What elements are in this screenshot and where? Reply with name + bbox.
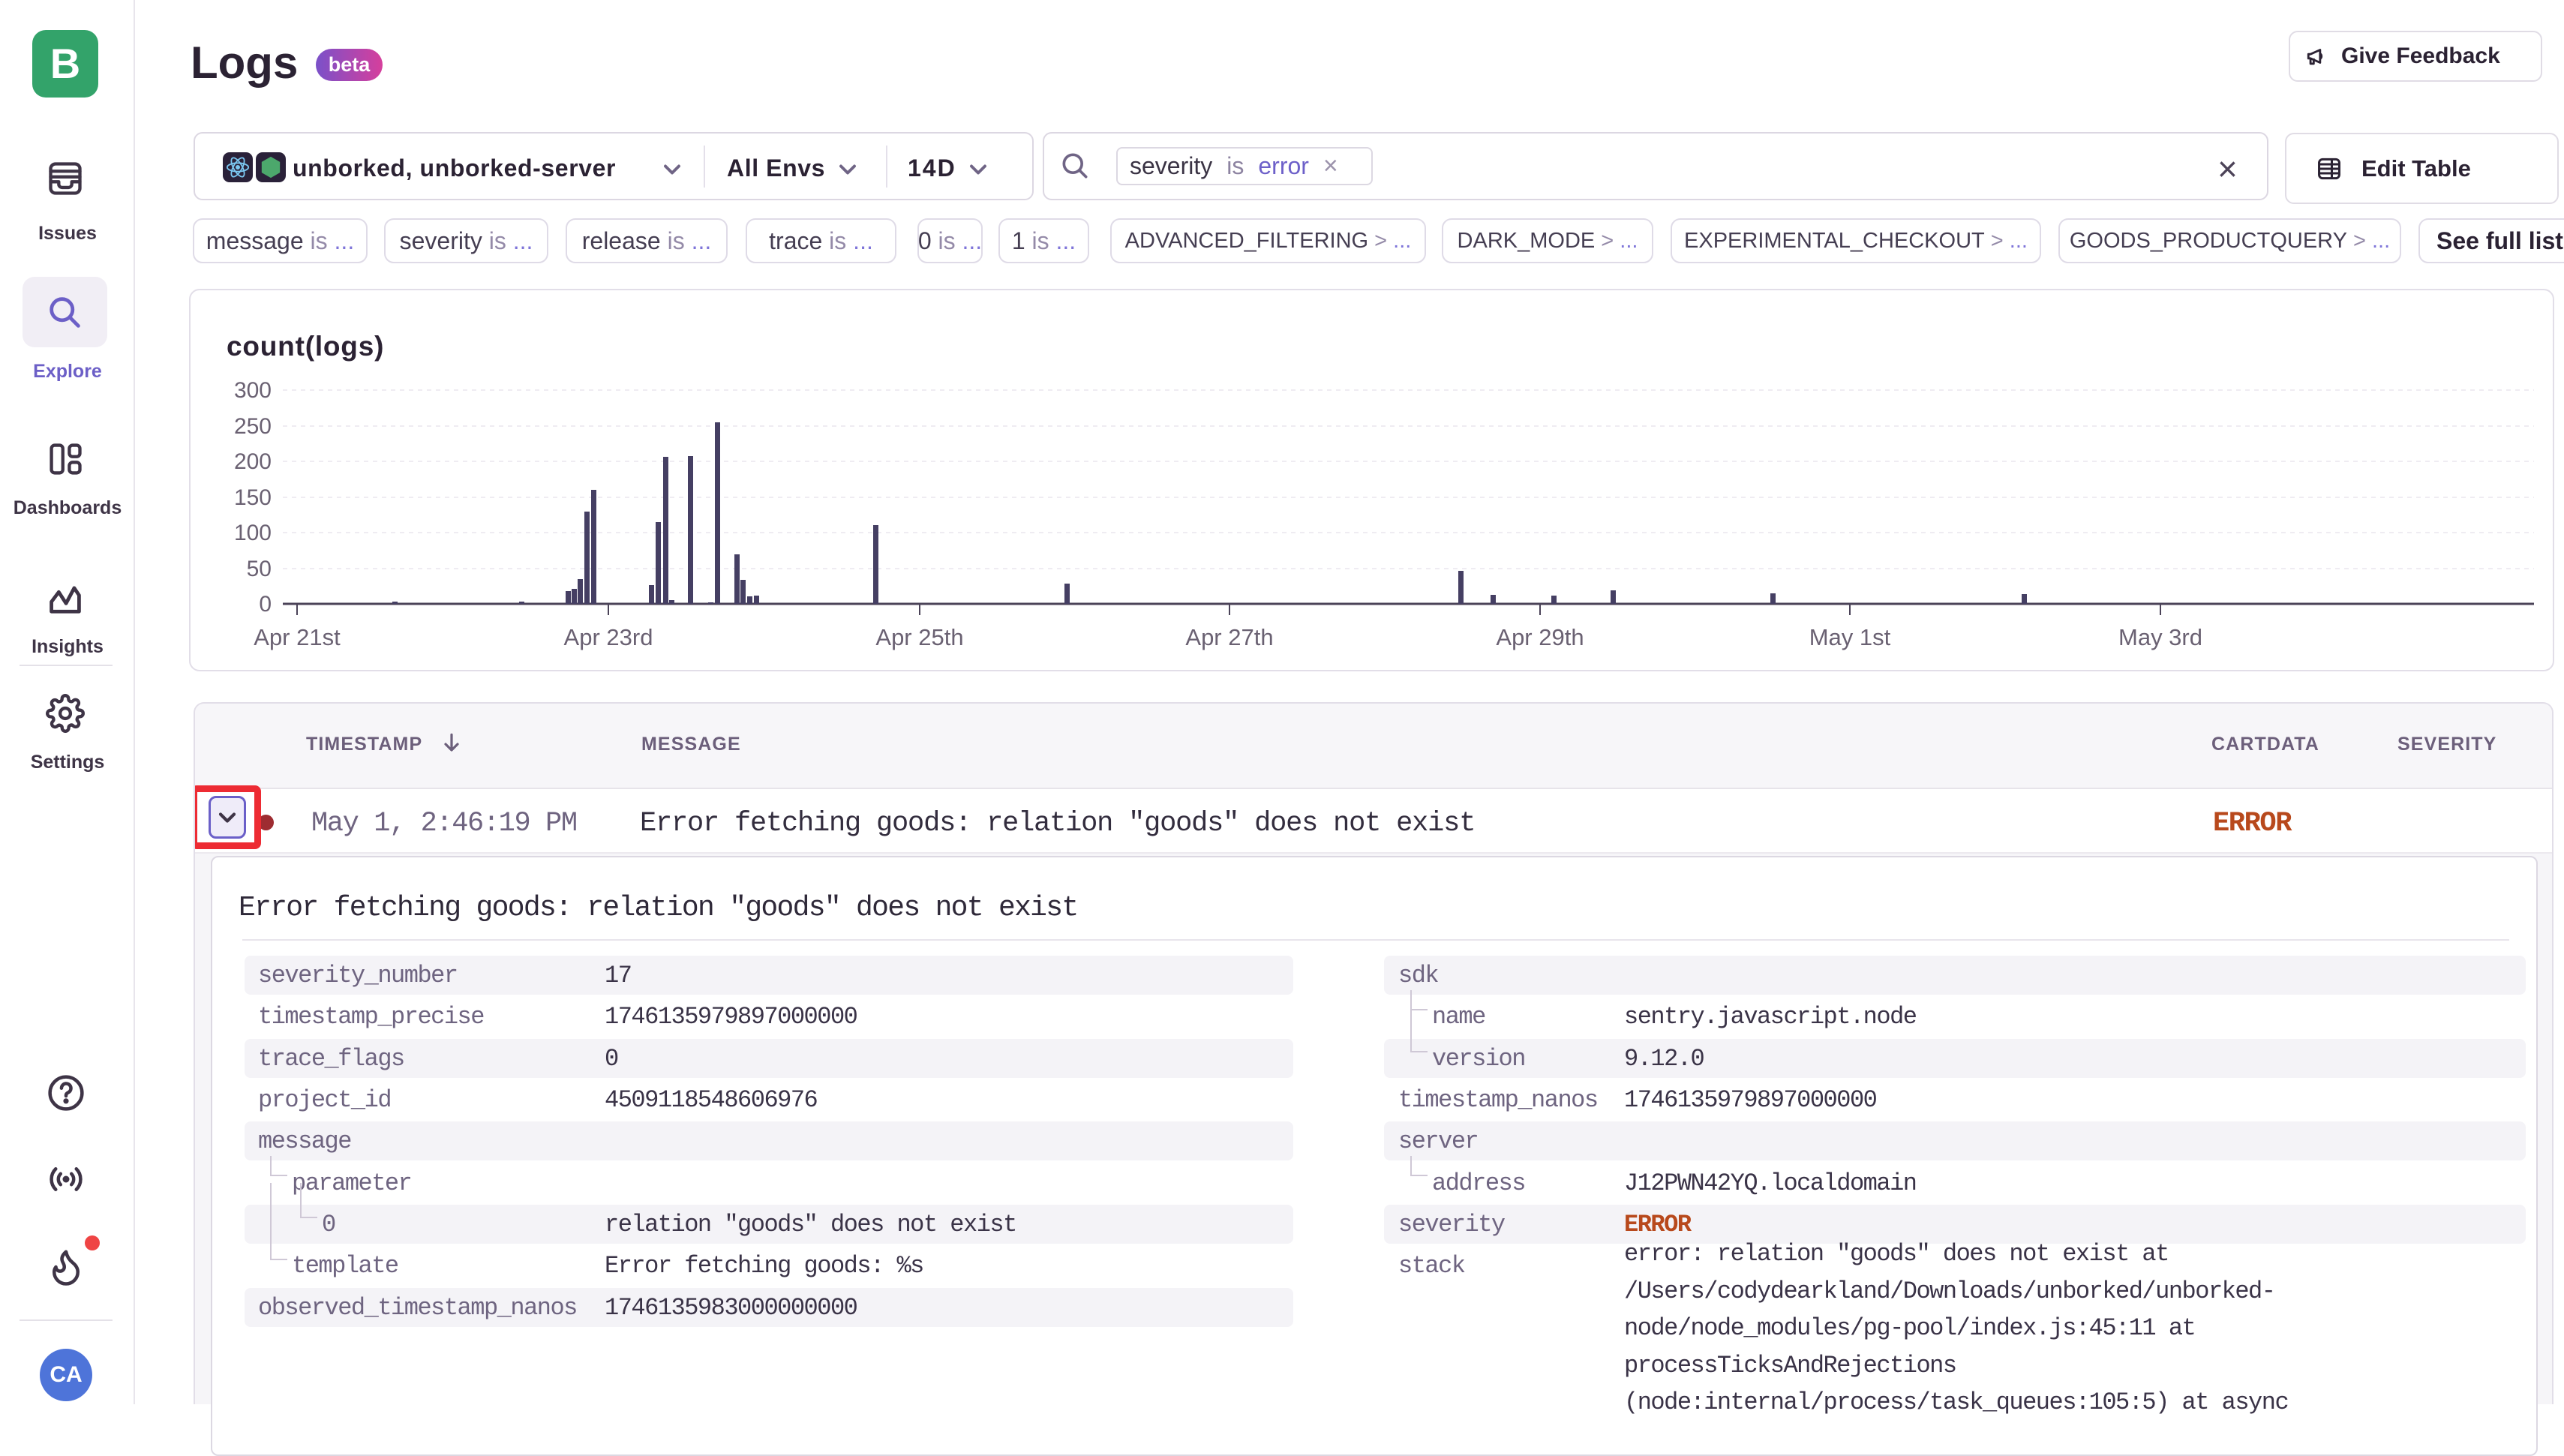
svg-text:0: 0: [259, 592, 272, 617]
svg-text:Apr 21st: Apr 21st: [254, 624, 341, 650]
svg-text:150: 150: [234, 485, 272, 510]
svg-text:200: 200: [234, 449, 272, 474]
svg-text:250: 250: [234, 414, 272, 439]
svg-text:Apr 23rd: Apr 23rd: [564, 624, 653, 650]
svg-text:300: 300: [234, 378, 272, 403]
svg-text:May 3rd: May 3rd: [2118, 624, 2202, 650]
svg-text:50: 50: [247, 557, 272, 581]
svg-text:Apr 25th: Apr 25th: [875, 624, 963, 650]
svg-text:May 1st: May 1st: [1809, 624, 1891, 650]
svg-text:Apr 27th: Apr 27th: [1185, 624, 1273, 650]
svg-text:Apr 29th: Apr 29th: [1496, 624, 1584, 650]
svg-text:100: 100: [234, 521, 272, 545]
